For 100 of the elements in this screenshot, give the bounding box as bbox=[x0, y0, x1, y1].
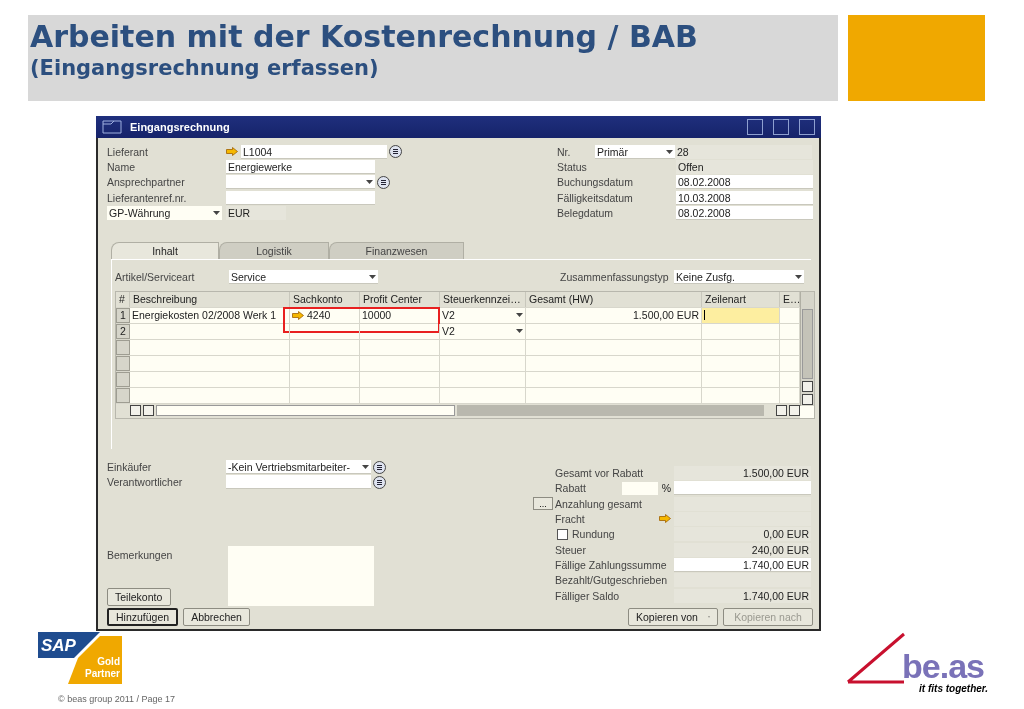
field-label: Buchungsdatum bbox=[557, 175, 634, 190]
buyer-dropdown[interactable]: -Kein Vertriebsmitarbeiter- bbox=[226, 460, 371, 475]
field-label: Fälliger Saldo bbox=[555, 588, 620, 604]
dropdown-caret-icon[interactable] bbox=[516, 329, 523, 334]
form-icon bbox=[102, 120, 122, 134]
slide-title: Arbeiten mit der Kostenrechnung / BAB bbox=[30, 19, 699, 55]
field-label: Anzahlung gesamt bbox=[555, 496, 642, 512]
currency-field[interactable]: EUR bbox=[226, 205, 286, 220]
field-label: Artikel/Serviceart bbox=[115, 270, 196, 285]
field-label: Nr. bbox=[557, 144, 572, 160]
column-header[interactable]: Steuerkennzei… bbox=[440, 291, 526, 307]
scroll-right-button[interactable] bbox=[142, 405, 154, 417]
text-field[interactable]: Energiewerke bbox=[226, 159, 375, 174]
currency-selector[interactable]: GP-Währung bbox=[107, 205, 222, 220]
vertical-scrollbar[interactable] bbox=[800, 291, 814, 406]
tab[interactable]: Inhalt bbox=[111, 242, 219, 260]
amount-field[interactable]: 0,00 EUR bbox=[674, 527, 811, 542]
amount-field[interactable]: 240,00 EUR bbox=[674, 542, 811, 557]
text-cursor bbox=[704, 310, 705, 321]
scroll-right-button[interactable] bbox=[789, 405, 800, 417]
field-label: Status bbox=[557, 159, 588, 175]
amount-field[interactable]: 1.500,00 EUR bbox=[674, 466, 811, 481]
amount-field[interactable]: 1.740,00 EUR bbox=[674, 557, 811, 572]
amount-field[interactable] bbox=[674, 481, 811, 496]
text-field[interactable]: Offen bbox=[676, 159, 813, 174]
more-button[interactable]: ... bbox=[533, 497, 553, 511]
field-label: Zusammenfassungstyp bbox=[560, 270, 670, 285]
field-label: Bemerkungen bbox=[107, 549, 174, 562]
dropdown-caret-icon[interactable] bbox=[362, 465, 369, 470]
field-label: Einkäufer bbox=[107, 460, 153, 475]
column-header[interactable]: E… bbox=[780, 291, 800, 307]
logo-shape-icon bbox=[38, 632, 124, 686]
action-button[interactable]: Kopieren von bbox=[628, 608, 718, 627]
tier-text: Gold bbox=[97, 656, 120, 667]
dropdown-caret-icon[interactable] bbox=[366, 180, 373, 185]
remarks-field[interactable] bbox=[228, 546, 374, 607]
partial-account-button[interactable]: Teilekonto bbox=[107, 588, 171, 607]
program-text: Partner bbox=[85, 668, 120, 679]
field-label: Bezahlt/Gutgeschrieben bbox=[555, 573, 668, 588]
tab[interactable]: Finanzwesen bbox=[329, 242, 464, 260]
column-header[interactable]: # bbox=[116, 291, 130, 307]
arrow-icon[interactable] bbox=[226, 147, 238, 157]
minimize-button[interactable] bbox=[747, 119, 763, 135]
column-header[interactable]: Profit Center bbox=[360, 291, 440, 307]
field-label: Fälligkeitsdatum bbox=[557, 190, 634, 206]
vendor-field[interactable]: L1004 bbox=[241, 144, 387, 159]
dropdown-caret-icon[interactable] bbox=[516, 313, 523, 318]
amount-field[interactable] bbox=[674, 573, 811, 588]
series-dropdown[interactable]: Primär bbox=[595, 144, 675, 159]
arrow-icon[interactable] bbox=[659, 514, 671, 523]
close-button[interactable] bbox=[799, 119, 815, 135]
field-label: Ansprechpartner bbox=[107, 175, 186, 190]
amount-field[interactable] bbox=[674, 496, 811, 511]
scroll-left-button[interactable] bbox=[130, 405, 141, 417]
brand-text: SAP bbox=[41, 636, 76, 656]
arrow-icon[interactable] bbox=[292, 310, 304, 320]
field-label: Fracht bbox=[555, 512, 585, 527]
action-button[interactable]: Hinzufügen bbox=[107, 608, 179, 627]
list-icon[interactable] bbox=[373, 475, 386, 489]
logo-text: be.as bbox=[902, 649, 984, 683]
scroll-thumb[interactable] bbox=[155, 405, 455, 417]
table-cell: Energiekosten 02/2008 Werk 1 bbox=[130, 307, 290, 323]
text-field[interactable]: 08.02.2008 bbox=[676, 175, 813, 190]
table-cell[interactable]: V2 bbox=[440, 323, 526, 339]
percent-field[interactable] bbox=[621, 481, 658, 495]
dropdown-caret-icon[interactable] bbox=[369, 275, 376, 280]
list-icon[interactable] bbox=[389, 145, 402, 159]
amount-field[interactable]: 1.740,00 EUR bbox=[674, 588, 811, 603]
summary-type-dropdown[interactable]: Keine Zusfg. bbox=[674, 270, 804, 285]
maximize-button[interactable] bbox=[773, 119, 789, 135]
field-label: Steuer bbox=[555, 542, 586, 558]
text-field[interactable]: 28 bbox=[675, 144, 812, 159]
field-label: Fällige Zahlungssumme bbox=[555, 557, 667, 573]
text-field[interactable] bbox=[226, 475, 371, 490]
scroll-left-button[interactable] bbox=[776, 405, 788, 417]
list-icon[interactable] bbox=[377, 175, 390, 189]
field-label: Lieferant bbox=[107, 144, 149, 160]
checkbox[interactable] bbox=[557, 528, 568, 540]
list-icon[interactable] bbox=[373, 460, 386, 474]
dropdown-caret-icon[interactable] bbox=[213, 210, 220, 215]
footer-text: © beas group 2011 / Page 17 bbox=[58, 694, 176, 704]
text-field[interactable]: 08.02.2008 bbox=[676, 205, 813, 220]
unit-label: % bbox=[661, 482, 671, 495]
field-label: Gesamt vor Rabatt bbox=[555, 466, 644, 481]
column-header[interactable]: Zeilenart bbox=[702, 291, 780, 307]
slide-subtitle: (Eingangsrechnung erfassen) bbox=[30, 55, 380, 81]
combo-field[interactable] bbox=[226, 175, 375, 190]
dropdown-caret-icon[interactable] bbox=[666, 149, 673, 154]
text-field[interactable]: 10.03.2008 bbox=[676, 190, 813, 205]
column-header[interactable]: Sachkonto bbox=[290, 291, 360, 307]
column-header[interactable]: Gesamt (HW) bbox=[526, 291, 702, 307]
field-label: Verantwortlicher bbox=[107, 475, 184, 491]
tab[interactable]: Logistik bbox=[219, 242, 329, 260]
action-button[interactable]: Abbrechen bbox=[183, 608, 250, 627]
dropdown-caret-icon[interactable] bbox=[795, 275, 802, 280]
text-field[interactable] bbox=[226, 190, 375, 205]
item-type-dropdown[interactable]: Service bbox=[229, 270, 378, 285]
field-label: Lieferantenref.nr. bbox=[107, 190, 188, 206]
column-header[interactable]: Beschreibung bbox=[130, 291, 290, 307]
table-cell[interactable]: V2 bbox=[440, 307, 526, 323]
